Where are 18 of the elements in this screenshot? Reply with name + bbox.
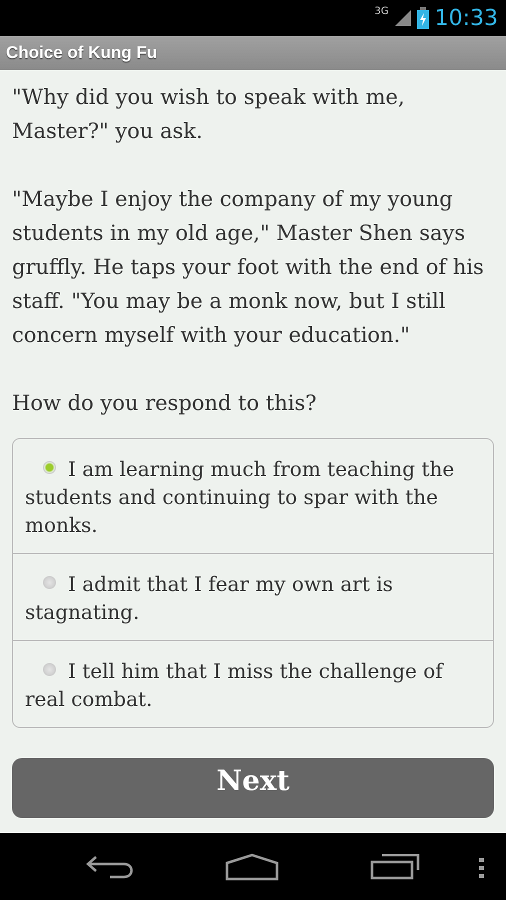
radio-button[interactable] [43, 461, 56, 474]
network-label: 3G [374, 6, 389, 17]
story-paragraph: How do you respond to this? [12, 390, 318, 417]
radio-button[interactable] [43, 576, 56, 589]
story-paragraph: "Why did you wish to speak with me, Master?" you ask. [12, 84, 406, 145]
radio-button[interactable] [43, 663, 56, 676]
battery-icon [416, 7, 429, 29]
next-button[interactable]: Next [12, 758, 494, 818]
signal-icon [394, 10, 411, 26]
recent-apps-icon[interactable] [370, 854, 420, 880]
story-paragraph: "Maybe I enjoy the company of my young students in my old age," Master Shen says gruffly. He taps your foot with the end of his staff. "You may be a monk now, but I still concern myself with your education." [12, 186, 485, 349]
clock-time: 10:33 [434, 6, 498, 30]
choice-option[interactable]: I admit that I fear my own art is stagnating. [13, 553, 493, 640]
app-title: Choice of Kung Fu [6, 43, 158, 63]
choice-option[interactable]: I tell him that I miss the challenge of real combat. [13, 640, 493, 727]
home-icon[interactable] [224, 852, 279, 880]
choice-option[interactable]: I am learning much from teaching the students and continuing to spar with the monks. [13, 439, 493, 553]
menu-icon[interactable] [479, 858, 484, 878]
